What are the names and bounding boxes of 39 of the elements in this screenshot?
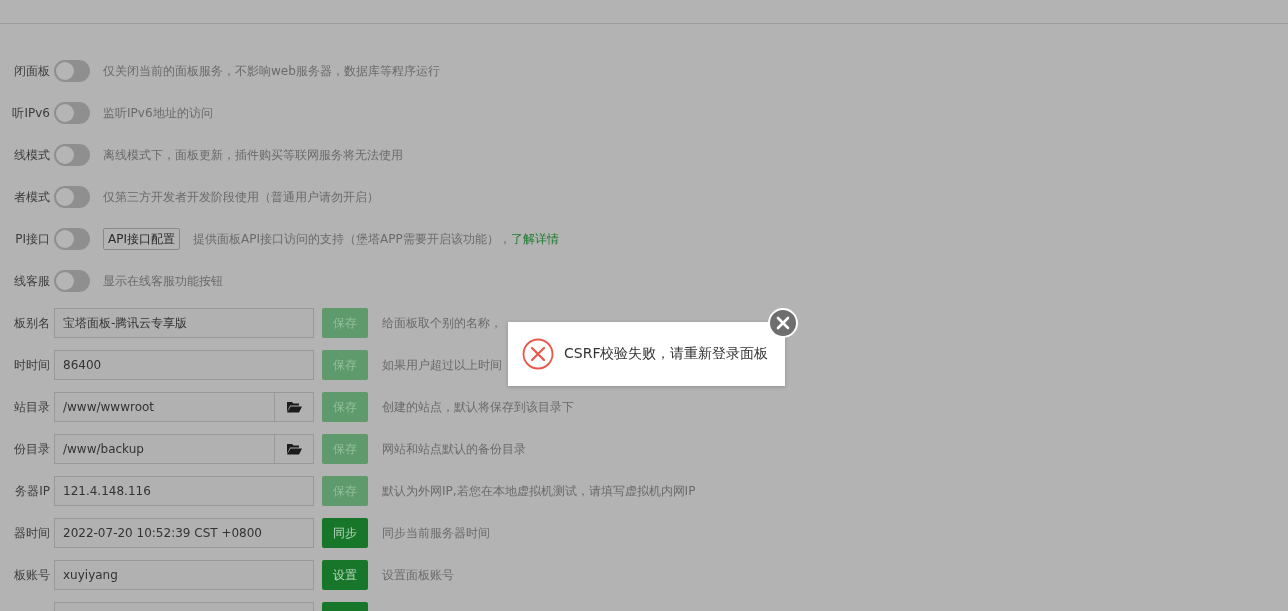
setting-description: 提供面板API接口访问的支持（堡塔APP需要开启该功能）， — [193, 230, 511, 248]
toggle-switch[interactable] — [54, 228, 90, 250]
setting-description: 设置面板账号 — [382, 566, 454, 584]
setting-label: 线客服 — [13, 272, 50, 290]
setting-label: 板账号 — [13, 566, 50, 584]
setting-label: 板别名 — [13, 314, 50, 332]
setting-description: 显示在线客服功能按钮 — [103, 272, 223, 290]
close-icon[interactable] — [768, 308, 798, 338]
error-icon — [522, 338, 554, 370]
input-field[interactable]: xuyiyang — [54, 560, 314, 590]
setting-description: 监听IPv6地址的访问 — [103, 104, 213, 122]
setting-description: 创建的站点，默认将保存到该目录下 — [382, 398, 574, 416]
action-button[interactable]: 设置 — [322, 560, 368, 590]
setting-label: 者模式 — [13, 188, 50, 206]
setting-description: 默认为外网IP,若您在本地虚拟机测试，请填写虚拟机内网IP — [382, 482, 696, 500]
setting-label: 听IPv6 — [11, 104, 50, 122]
setting-description: 仅关闭当前的面板服务，不影响web服务器，数据库等程序运行 — [103, 62, 440, 80]
setting-label: 份目录 — [13, 440, 50, 458]
setting-description: 仅第三方开发者开发阶段使用（普通用户请勿开启） — [103, 188, 379, 206]
input-field[interactable]: 2022-07-20 10:52:39 CST +0800 — [54, 518, 314, 548]
setting-label: 器时间 — [13, 524, 50, 542]
setting-description: 给面板取个别的名称， — [382, 314, 502, 332]
error-message: CSRF校验失败，请重新登录面板 — [564, 345, 769, 363]
setting-label: 线模式 — [13, 146, 50, 164]
setting-label: 时时间 — [13, 356, 50, 374]
toggle-switch[interactable] — [54, 60, 90, 82]
setting-description: 同步当前服务器时间 — [382, 524, 490, 542]
setting-description: 离线模式下，面板更新，插件购买等联网服务将无法使用 — [103, 146, 403, 164]
setting-label: 站目录 — [13, 398, 50, 416]
setting-description: 网站和站点默认的备份目录 — [382, 440, 526, 458]
setting-label: 闭面板 — [13, 62, 50, 80]
toggle-switch[interactable] — [54, 144, 90, 166]
action-button[interactable]: 同步 — [322, 518, 368, 548]
setting-label: PI接口 — [14, 230, 50, 248]
toggle-switch[interactable] — [54, 186, 90, 208]
toggle-switch[interactable] — [54, 270, 90, 292]
toggle-switch[interactable] — [54, 102, 90, 124]
config-button[interactable]: API接口配置 — [103, 228, 180, 250]
setting-label: 务器IP — [14, 482, 50, 500]
